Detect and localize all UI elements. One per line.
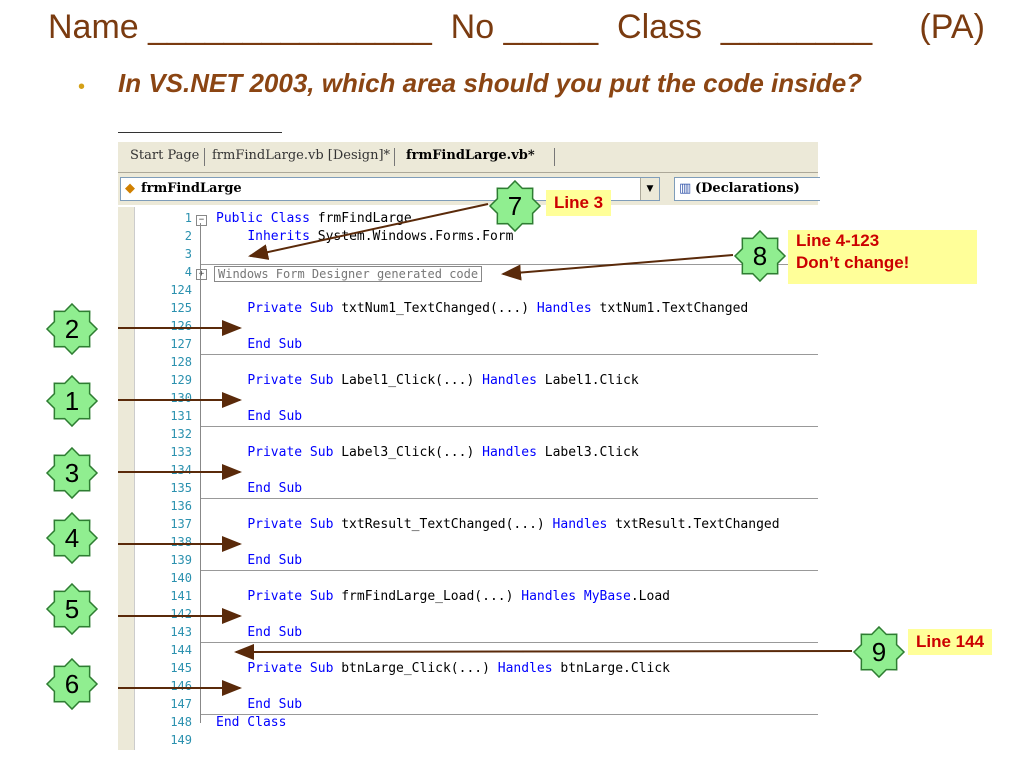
note-line-3: Line 3 — [546, 190, 612, 216]
annotation-arrows: 7 8 2 1 3 4 5 6 9 — [45, 179, 906, 711]
marker-label-1: 1 — [65, 386, 79, 416]
marker-label-9: 9 — [872, 637, 886, 667]
marker-label-7: 7 — [508, 191, 522, 221]
marker-label-2: 2 — [65, 314, 79, 344]
marker-label-6: 6 — [65, 669, 79, 699]
pointer-arrow — [234, 643, 853, 660]
note-line-4-123-range: Line 4-123 — [796, 231, 880, 250]
pointer-arrow — [248, 203, 489, 260]
note-dont-change: Don’t change! — [796, 253, 910, 272]
marker-label-5: 5 — [65, 594, 79, 624]
note-line-4-123: Line 4-123 Don’t change! — [788, 230, 977, 284]
marker-label-4: 4 — [65, 523, 79, 553]
marker-label-8: 8 — [753, 241, 767, 271]
note-line-144: Line 144 — [908, 629, 993, 655]
marker-label-3: 3 — [65, 458, 79, 488]
pointer-arrow — [501, 254, 734, 281]
